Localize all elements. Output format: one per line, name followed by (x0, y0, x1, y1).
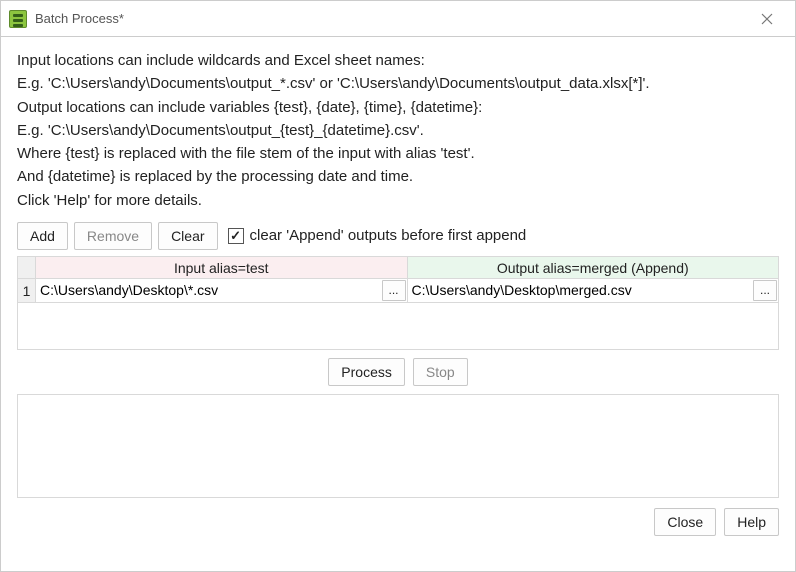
batch-table: Input alias=test Output alias=merged (Ap… (17, 256, 779, 350)
help-text: Input locations can include wildcards an… (17, 49, 779, 212)
titlebar: Batch Process* (1, 1, 795, 37)
table-header-output: Output alias=merged (Append) (408, 257, 779, 279)
help-line: E.g. 'C:\Users\andy\Documents\output_{te… (17, 119, 779, 142)
help-line: Output locations can include variables {… (17, 96, 779, 119)
browse-input-button[interactable]: ... (382, 280, 406, 301)
output-path-field[interactable] (408, 279, 753, 302)
add-button[interactable]: Add (17, 222, 68, 250)
clear-button[interactable]: Clear (158, 222, 217, 250)
clear-append-checkbox[interactable] (228, 228, 244, 244)
toolbar: Add Remove Clear clear 'Append' outputs … (17, 222, 779, 250)
clear-append-label: clear 'Append' outputs before first appe… (250, 227, 527, 244)
input-path-field[interactable] (36, 279, 381, 302)
process-toolbar: Process Stop (17, 358, 779, 386)
help-line: Where {test} is replaced with the file s… (17, 142, 779, 165)
table-row: 1 ... ... (18, 279, 778, 303)
log-output[interactable] (17, 394, 779, 498)
help-line: Input locations can include wildcards an… (17, 49, 779, 72)
close-button[interactable]: Close (654, 508, 716, 536)
stop-button[interactable]: Stop (413, 358, 468, 386)
batch-process-window: Batch Process* Input locations can inclu… (0, 0, 796, 572)
help-line: Click 'Help' for more details. (17, 189, 779, 212)
browse-output-button[interactable]: ... (753, 280, 777, 301)
help-button[interactable]: Help (724, 508, 779, 536)
remove-button[interactable]: Remove (74, 222, 152, 250)
window-title: Batch Process* (35, 11, 124, 26)
help-line: E.g. 'C:\Users\andy\Documents\output_*.c… (17, 72, 779, 95)
process-button[interactable]: Process (328, 358, 405, 386)
row-number: 1 (18, 279, 36, 303)
close-icon[interactable] (747, 5, 787, 33)
table-corner (18, 257, 36, 279)
app-icon (9, 10, 27, 28)
help-line: And {datetime} is replaced by the proces… (17, 165, 779, 188)
footer: Close Help (17, 508, 779, 536)
table-header-input: Input alias=test (36, 257, 408, 279)
